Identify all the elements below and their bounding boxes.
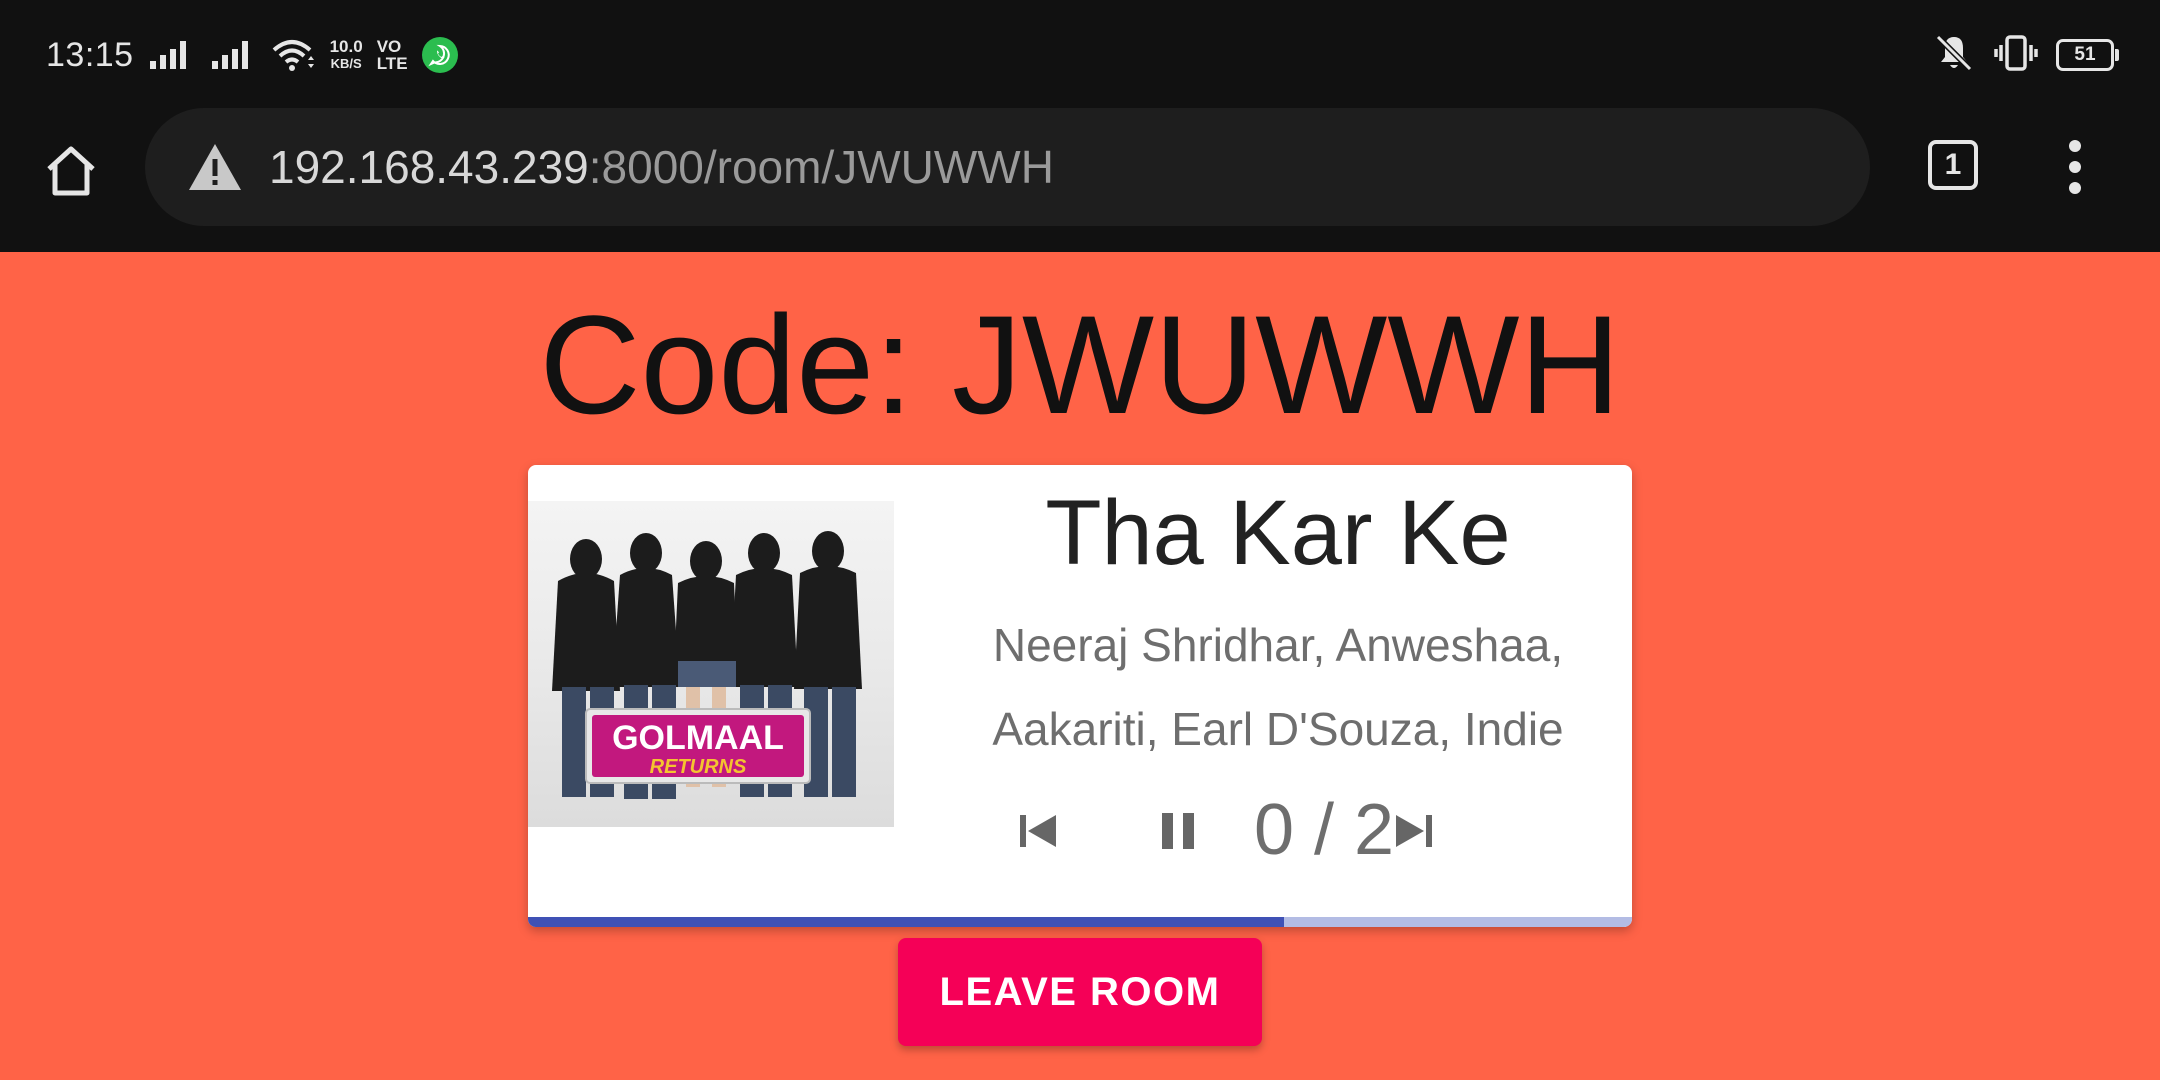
status-bar: 13:15 10.0 KB/S VO LTE 51 [0, 0, 2160, 108]
volte-top: VO [376, 37, 402, 56]
url-path: :8000/room/JWUWWH [588, 141, 1054, 193]
status-right: 51 [1932, 32, 2119, 78]
url-text[interactable]: 192.168.43.239:8000/room/JWUWWH [269, 140, 1054, 194]
vibrate-icon [1994, 33, 2038, 78]
home-button[interactable] [38, 138, 104, 204]
leave-room-button[interactable]: LEAVE ROOM [898, 938, 1262, 1046]
song-info: Tha Kar Ke Neeraj Shridhar, Anweshaa, Aa… [928, 465, 1628, 771]
song-title: Tha Kar Ke [1045, 482, 1511, 584]
wifi-icon [272, 38, 316, 72]
song-progress-fill [528, 917, 1285, 927]
warning-icon[interactable] [187, 139, 243, 195]
signal-icon [148, 39, 196, 71]
volte-indicator: VO LTE [377, 38, 408, 72]
music-player-card: GOLMAAL RETURNS Tha Kar Ke Neeraj Shridh… [528, 465, 1632, 927]
battery-icon: 51 [2056, 39, 2119, 71]
pause-icon[interactable] [1148, 801, 1208, 861]
song-artist: Neeraj Shridhar, Anweshaa, Aakariti, Ear… [992, 619, 1564, 755]
battery-level: 51 [2074, 44, 2096, 65]
url-host: 192.168.43.239 [269, 141, 589, 193]
net-speed: 10.0 KB/S [330, 38, 363, 72]
album-logo-line2: RETURNS [650, 756, 747, 778]
song-progress-bar [528, 917, 1632, 927]
album-art: GOLMAAL RETURNS [528, 501, 894, 827]
song-counter: 0 / 2 [1254, 790, 1395, 870]
tabs-button[interactable]: 1 [1928, 140, 1978, 190]
playback-controls: 0 / 2 [1008, 781, 1568, 877]
home-icon [47, 146, 95, 196]
skip-previous-icon[interactable] [1008, 801, 1068, 861]
skip-next-icon[interactable] [1384, 801, 1444, 861]
volte-bottom: LTE [376, 54, 408, 73]
net-speed-unit: KB/S [330, 56, 362, 71]
room-code-title: Code: JWUWWH [539, 286, 1621, 443]
signal-icon [210, 39, 258, 71]
whatsapp-icon [421, 37, 458, 73]
status-left: 13:15 10.0 KB/S VO LTE [46, 30, 458, 80]
browser-toolbar: 192.168.43.239:8000/room/JWUWWH 1 [0, 108, 2160, 252]
tab-count: 1 [1944, 148, 1962, 181]
mute-icon [1932, 33, 1976, 78]
net-speed-value: 10.0 [329, 37, 363, 56]
album-logo-line1: GOLMAAL [612, 719, 784, 757]
status-time: 13:15 [46, 35, 134, 74]
address-bar[interactable]: 192.168.43.239:8000/room/JWUWWH [145, 108, 1870, 226]
more-vert-icon[interactable] [2058, 140, 2092, 194]
